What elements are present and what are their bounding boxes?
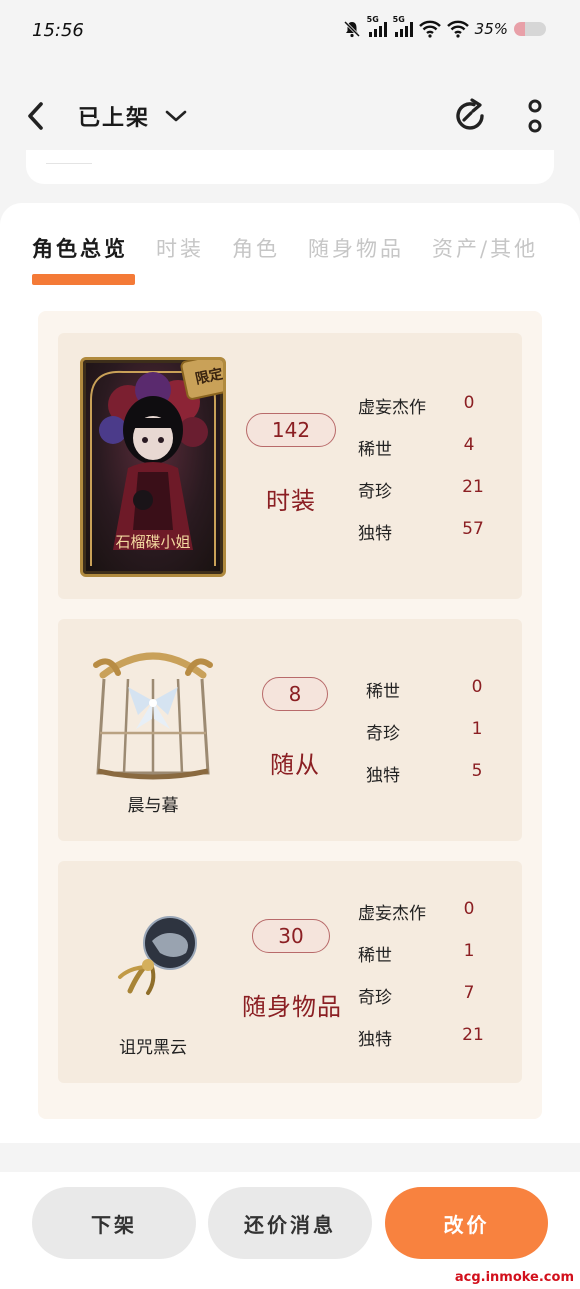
costume-name: 石榴碟小姐: [115, 533, 191, 551]
mute-bell-icon: [343, 20, 360, 38]
previous-card: [26, 150, 554, 184]
rarity-count: 0: [463, 899, 475, 919]
counter-offers-button[interactable]: 还价消息: [208, 1187, 372, 1259]
card-chip: [46, 156, 92, 164]
fashion-category-label: 时装: [266, 487, 316, 515]
pet-summary-card[interactable]: 晨与暮 8 随从 稀世 0 奇珍 1 独特 5: [58, 619, 522, 841]
wifi-icon: [418, 20, 441, 38]
rarity-label: 独特: [358, 1030, 392, 1050]
pet-count-badge: 8: [262, 677, 328, 711]
accessory-name: 诅咒黑云: [119, 1038, 187, 1058]
signal-icon-2: 5G: [393, 15, 413, 37]
rarity-label: 稀世: [358, 440, 392, 460]
rarity-label: 虚妄杰作: [358, 904, 426, 924]
delist-button[interactable]: 下架: [32, 1187, 196, 1259]
rarity-count: 5: [471, 761, 483, 781]
tab-fashion[interactable]: 时装: [156, 233, 204, 263]
fashion-count-badge: 142: [246, 413, 336, 447]
rarity-label: 虚妄杰作: [358, 398, 426, 418]
rarity-label: 奇珍: [366, 724, 400, 744]
rarity-label: 稀世: [358, 946, 392, 966]
active-tab-indicator: [32, 274, 135, 285]
rarity-count: 1: [463, 941, 475, 961]
watermark: acg.inmoke.com: [454, 1270, 574, 1285]
page-title: 已上架: [78, 106, 151, 131]
change-price-button[interactable]: 改价: [385, 1187, 548, 1259]
birdcage-pet-icon: [93, 652, 213, 780]
share-refresh-icon[interactable]: [452, 98, 488, 134]
cursed-cloud-accessory-icon: [118, 916, 197, 995]
accessory-summary-card[interactable]: 诅咒黑云 30 随身物品 虚妄杰作 0 稀世 1 奇珍 7 独特 21: [58, 861, 522, 1083]
pet-name: 晨与暮: [127, 796, 179, 816]
wifi-icon-2: [446, 20, 469, 38]
rarity-label: 奇珍: [358, 482, 392, 502]
rarity-label: 独特: [358, 524, 392, 544]
signal-icon: 5G: [367, 15, 387, 37]
rarity-count: 21: [462, 1025, 484, 1045]
listing-status-dropdown[interactable]: 已上架: [78, 100, 188, 132]
chevron-down-icon: [165, 110, 187, 122]
bottom-action-bar: 下架 还价消息 改价 acg.inmoke.com: [0, 1172, 580, 1289]
overview-panel: 角色总览 时装 角色 随身物品 资产/其他 限定 石榴碟小姐 142 时装 虚妄…: [0, 203, 580, 1143]
accessory-count-badge: 30: [252, 919, 330, 953]
battery-percent: 35%: [474, 20, 508, 38]
battery-icon: [514, 22, 546, 36]
rarity-count: 0: [471, 677, 483, 697]
rarity-count: 0: [463, 393, 475, 413]
tab-overview[interactable]: 角色总览: [32, 233, 128, 263]
tab-accessory[interactable]: 随身物品: [308, 233, 404, 263]
more-options-icon[interactable]: [522, 98, 548, 138]
tab-assets-other[interactable]: 资产/其他: [432, 233, 538, 263]
rarity-count: 7: [463, 983, 475, 1003]
overview-summary: 限定 石榴碟小姐 142 时装 虚妄杰作 0 稀世 4 奇珍 21 独特 57: [38, 311, 542, 1119]
costume-portrait: 限定 石榴碟小姐: [80, 357, 226, 577]
rarity-count: 1: [471, 719, 483, 739]
back-arrow-icon[interactable]: [22, 100, 50, 132]
accessory-category-label: 随身物品: [242, 993, 342, 1021]
rarity-label: 奇珍: [358, 988, 392, 1008]
status-time: 15:56: [32, 20, 84, 41]
category-tabs: 角色总览 时装 角色 随身物品 资产/其他: [32, 233, 580, 263]
rarity-label: 稀世: [366, 682, 400, 702]
rarity-count: 57: [462, 519, 484, 539]
status-bar: 15:56 5G 5G 35%: [0, 0, 580, 62]
rarity-count: 21: [462, 477, 484, 497]
rarity-count: 4: [463, 435, 475, 455]
pet-category-label: 随从: [270, 751, 320, 779]
tab-character[interactable]: 角色: [232, 233, 280, 263]
rarity-label: 独特: [366, 766, 400, 786]
status-icons: 5G 5G 35%: [343, 15, 546, 38]
fashion-summary-card[interactable]: 限定 石榴碟小姐 142 时装 虚妄杰作 0 稀世 4 奇珍 21 独特 57: [58, 333, 522, 599]
